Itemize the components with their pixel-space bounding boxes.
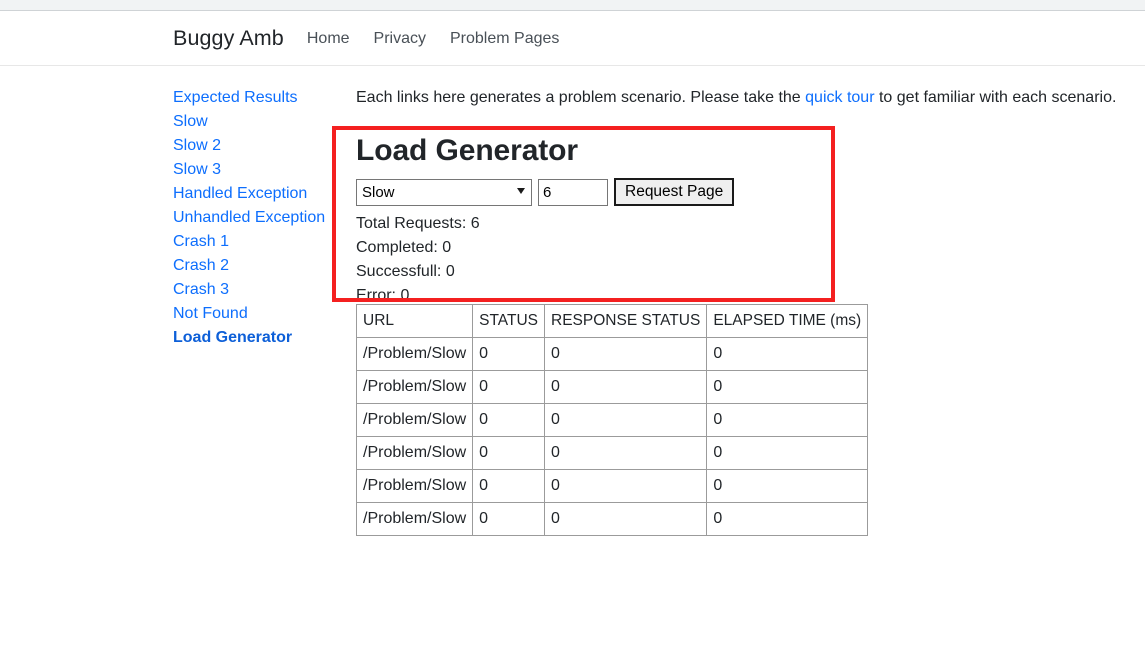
cell-response-status: 0 bbox=[544, 370, 708, 404]
cell-response-status: 0 bbox=[544, 502, 708, 536]
cell-elapsed-time: 0 bbox=[706, 469, 869, 503]
sidebar-item-load-generator[interactable]: Load Generator bbox=[173, 326, 343, 350]
sidebar-item-crash-1[interactable]: Crash 1 bbox=[173, 230, 343, 254]
table-row: /Problem/Slow 0 0 0 bbox=[355, 436, 869, 470]
cell-response-status: 0 bbox=[544, 436, 708, 470]
results-table: URL STATUS RESPONSE STATUS ELAPSED TIME … bbox=[355, 304, 869, 536]
cell-url: /Problem/Slow bbox=[355, 469, 474, 503]
table-row: /Problem/Slow 0 0 0 bbox=[355, 469, 869, 503]
table-row: /Problem/Slow 0 0 0 bbox=[355, 403, 869, 437]
intro-text-after: to get familiar with each scenario. bbox=[874, 89, 1117, 106]
quick-tour-link[interactable]: quick tour bbox=[805, 89, 874, 106]
sidebar: Expected Results Slow Slow 2 Slow 3 Hand… bbox=[173, 86, 343, 350]
cell-elapsed-time: 0 bbox=[706, 370, 869, 404]
load-generator-panel: Load Generator Slow Request Page Total R… bbox=[356, 133, 826, 308]
column-header-elapsed-time: ELAPSED TIME (ms) bbox=[706, 304, 869, 338]
cell-status: 0 bbox=[472, 436, 546, 470]
nav-link-home[interactable]: Home bbox=[307, 30, 350, 48]
results-table-body: /Problem/Slow 0 0 0 /Problem/Slow 0 0 0 … bbox=[355, 337, 869, 536]
load-generator-controls: Slow Request Page bbox=[356, 178, 826, 206]
nav-link-problem-pages[interactable]: Problem Pages bbox=[450, 30, 559, 48]
scenario-select[interactable]: Slow bbox=[356, 178, 532, 206]
table-row: /Problem/Slow 0 0 0 bbox=[355, 502, 869, 536]
brand-logo[interactable]: Buggy Amb bbox=[173, 26, 284, 51]
sidebar-item-expected-results[interactable]: Expected Results bbox=[173, 86, 343, 110]
sidebar-item-not-found[interactable]: Not Found bbox=[173, 302, 343, 326]
sidebar-item-slow-3[interactable]: Slow 3 bbox=[173, 158, 343, 182]
column-header-url: URL bbox=[355, 304, 474, 338]
request-page-button[interactable]: Request Page bbox=[614, 178, 735, 206]
intro-text: Each links here generates a problem scen… bbox=[356, 87, 1116, 109]
cell-status: 0 bbox=[472, 370, 546, 404]
cell-status: 0 bbox=[472, 469, 546, 503]
cell-url: /Problem/Slow bbox=[355, 337, 474, 371]
sidebar-item-unhandled-exception[interactable]: Unhandled Exception bbox=[173, 206, 343, 230]
sidebar-item-crash-3[interactable]: Crash 3 bbox=[173, 278, 343, 302]
cell-elapsed-time: 0 bbox=[706, 337, 869, 371]
stat-completed: Completed: 0 bbox=[356, 239, 452, 256]
table-row: /Problem/Slow 0 0 0 bbox=[355, 370, 869, 404]
cell-status: 0 bbox=[472, 403, 546, 437]
cell-status: 0 bbox=[472, 337, 546, 371]
cell-response-status: 0 bbox=[544, 469, 708, 503]
table-row: /Problem/Slow 0 0 0 bbox=[355, 337, 869, 371]
results-table-head: URL STATUS RESPONSE STATUS ELAPSED TIME … bbox=[355, 304, 869, 338]
scenario-select-wrapper: Slow bbox=[356, 178, 532, 206]
cell-status: 0 bbox=[472, 502, 546, 536]
column-header-status: STATUS bbox=[472, 304, 546, 338]
cell-url: /Problem/Slow bbox=[355, 403, 474, 437]
cell-response-status: 0 bbox=[544, 403, 708, 437]
navbar: Buggy Amb Home Privacy Problem Pages bbox=[0, 12, 1145, 66]
load-generator-stats: Total Requests: 6 Completed: 0 Successfu… bbox=[356, 212, 826, 308]
cell-response-status: 0 bbox=[544, 337, 708, 371]
cell-elapsed-time: 0 bbox=[706, 502, 869, 536]
request-count-input[interactable] bbox=[538, 178, 608, 206]
sidebar-item-slow-2[interactable]: Slow 2 bbox=[173, 134, 343, 158]
navbar-links: Home Privacy Problem Pages bbox=[307, 30, 560, 48]
sidebar-item-crash-2[interactable]: Crash 2 bbox=[173, 254, 343, 278]
sidebar-item-slow[interactable]: Slow bbox=[173, 110, 343, 134]
browser-top-strip bbox=[0, 0, 1145, 11]
stat-successfull: Successfull: 0 bbox=[356, 263, 455, 280]
intro-text-before: Each links here generates a problem scen… bbox=[356, 89, 806, 106]
cell-elapsed-time: 0 bbox=[706, 436, 869, 470]
stat-total-requests: Total Requests: 6 bbox=[356, 215, 480, 232]
cell-elapsed-time: 0 bbox=[706, 403, 869, 437]
nav-link-privacy[interactable]: Privacy bbox=[374, 30, 426, 48]
cell-url: /Problem/Slow bbox=[355, 502, 474, 536]
table-header-row: URL STATUS RESPONSE STATUS ELAPSED TIME … bbox=[355, 304, 869, 338]
cell-url: /Problem/Slow bbox=[355, 436, 474, 470]
sidebar-item-handled-exception[interactable]: Handled Exception bbox=[173, 182, 343, 206]
column-header-response-status: RESPONSE STATUS bbox=[544, 304, 708, 338]
page-title: Load Generator bbox=[356, 134, 578, 167]
cell-url: /Problem/Slow bbox=[355, 370, 474, 404]
